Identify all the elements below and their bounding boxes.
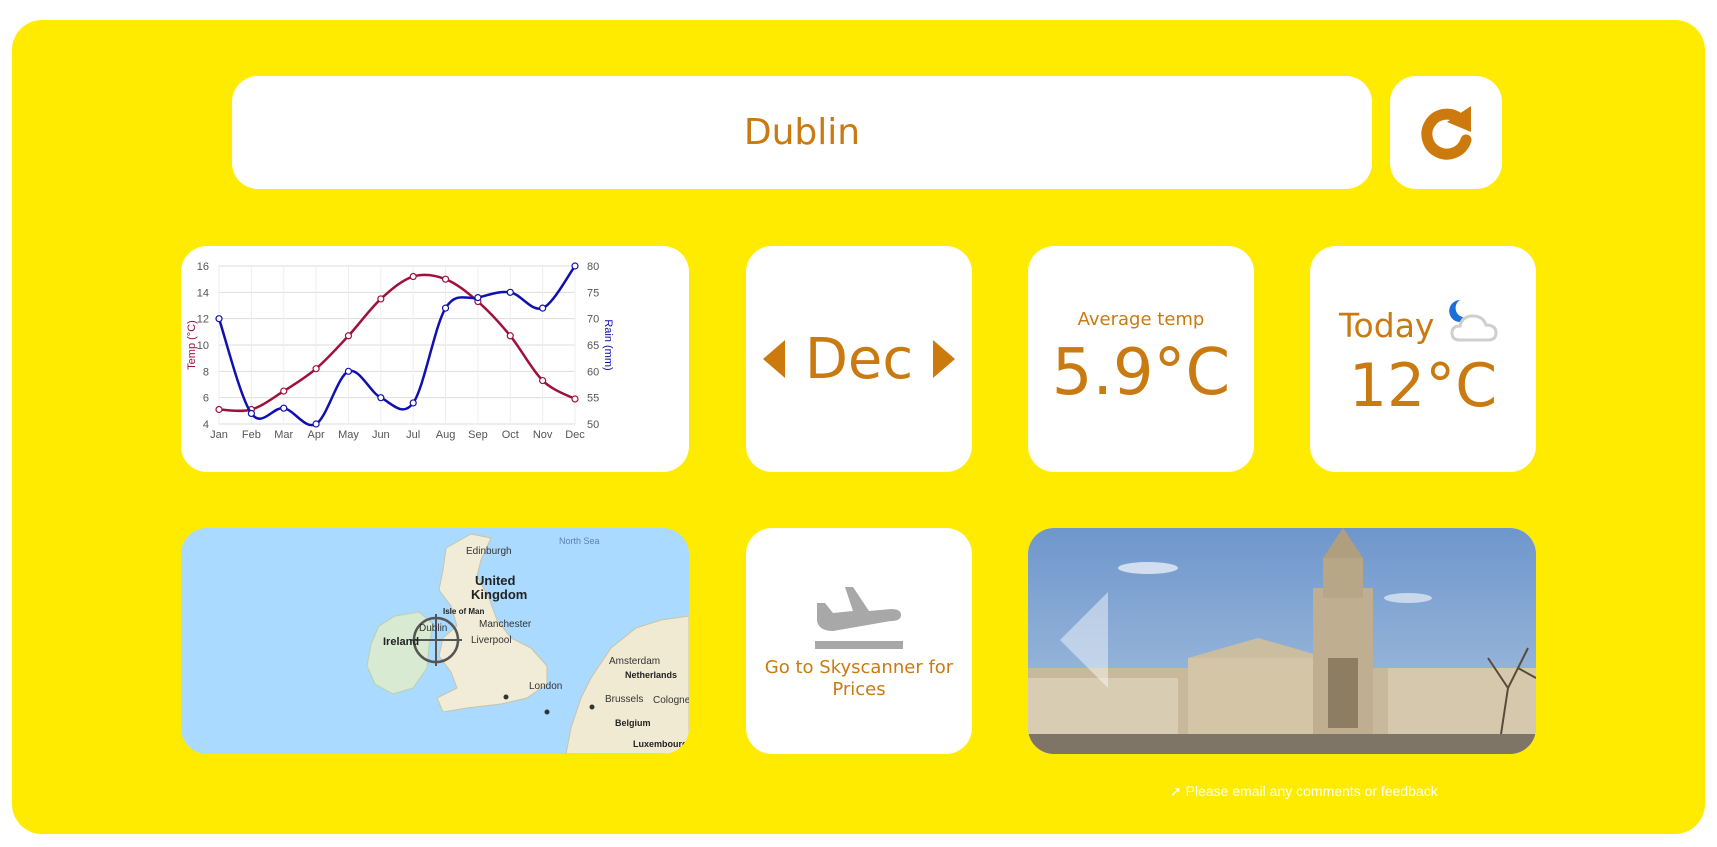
x-tick-label: Dec	[565, 429, 585, 441]
average-temp-card: Average temp 5.9°C	[1028, 246, 1254, 472]
map-svg: North Sea Edinburgh United Kingdom Isle …	[366, 533, 689, 754]
x-tick-label: May	[338, 429, 359, 441]
temp-series-line	[218, 273, 576, 413]
rain-point	[247, 409, 255, 418]
map-label-belgium: Belgium	[615, 718, 651, 728]
today-weather-card: Today 12°C	[1310, 246, 1536, 472]
temp-point	[409, 272, 417, 281]
location-map[interactable]: North Sea Edinburgh United Kingdom Isle …	[181, 528, 689, 754]
rain-point	[571, 262, 579, 270]
map-label-manchester: Manchester	[479, 619, 532, 630]
temp-point	[312, 365, 320, 373]
y-tick-left: 4	[203, 419, 209, 431]
climate-chart: 4 6 8 10 12 14 16 50 55 60 65 70 75 80 Jan Feb Mar Apr May…	[181, 246, 689, 472]
rain-point	[539, 304, 547, 312]
map-label-uk-2: Kingdom	[471, 587, 527, 602]
average-temp-value: 5.9°C	[1051, 335, 1231, 410]
rain-point	[506, 288, 514, 296]
skyscanner-button[interactable]: Go to Skyscanner for Prices	[746, 528, 972, 754]
map-label-liverpool: Liverpool	[471, 635, 512, 646]
y-tick-right: 70	[587, 314, 599, 326]
y-tick-right: 60	[587, 366, 599, 378]
temp-point	[215, 405, 223, 414]
y-tick-left: 16	[197, 261, 209, 273]
temp-point	[344, 332, 353, 340]
temp-point	[377, 295, 385, 303]
x-tick-label: Jun	[372, 429, 390, 441]
city-name: Dublin	[743, 112, 861, 153]
map-label-cologne: Cologne	[653, 695, 689, 706]
x-tick-label: Oct	[502, 429, 519, 441]
x-tick-label: Jul	[406, 429, 420, 441]
map-label-isle-of-man: Isle of Man	[443, 607, 484, 616]
city-search-input[interactable]: Dublin	[232, 76, 1372, 189]
rain-point	[344, 367, 353, 375]
y-tick-right: 75	[587, 287, 599, 299]
rain-series-line	[217, 265, 577, 427]
map-label-luxembourg: Luxembourg	[633, 739, 688, 749]
y-tick-right: 50	[587, 419, 599, 431]
rain-point	[215, 315, 223, 323]
temp-point	[571, 395, 579, 403]
y-tick-right: 65	[587, 340, 599, 352]
temp-point	[506, 332, 514, 340]
map-label-edinburgh: Edinburgh	[466, 546, 512, 557]
x-tick-label: Sep	[468, 429, 488, 441]
rain-point	[312, 420, 320, 428]
prev-month-arrow-icon[interactable]	[762, 340, 785, 378]
climate-chart-svg: 4 6 8 10 12 14 16 50 55 60 65 70 75 80 Jan Feb Mar Apr May…	[186, 261, 614, 441]
average-temp-label: Average temp	[1077, 308, 1205, 330]
rain-point	[409, 399, 417, 407]
map-label-dublin: Dublin	[419, 623, 447, 634]
rain-point	[474, 293, 482, 302]
month-selector: Dec	[746, 246, 972, 472]
refresh-icon	[1421, 105, 1472, 160]
map-label-amsterdam: Amsterdam	[609, 656, 660, 667]
x-tick-label: Apr	[308, 429, 325, 441]
y-axis-label-right: Rain (mm)	[602, 319, 614, 370]
x-tick-label: Jan	[210, 429, 228, 441]
x-tick-label: Feb	[242, 429, 261, 441]
map-label-north-sea: North Sea	[559, 536, 600, 546]
temp-point	[539, 376, 547, 385]
y-tick-left: 8	[203, 366, 209, 378]
y-tick-left: 6	[203, 393, 209, 405]
map-label-uk-1: United	[475, 573, 516, 588]
today-label: Today	[1339, 306, 1435, 345]
continent-landmass	[565, 615, 689, 754]
map-label-netherlands: Netherlands	[625, 670, 677, 680]
skyscanner-label-1: Go to Skyscanner for	[764, 657, 954, 678]
map-label-london: London	[529, 681, 562, 692]
refresh-button[interactable]	[1390, 76, 1502, 189]
rain-point	[377, 394, 385, 402]
temp-point	[280, 387, 288, 395]
x-tick-label: Nov	[533, 429, 553, 441]
rain-point	[280, 404, 288, 412]
plane-landing-icon	[815, 587, 903, 649]
y-tick-right: 55	[587, 393, 599, 405]
map-label-brussels: Brussels	[605, 694, 643, 705]
city-photo	[1028, 528, 1536, 754]
map-label-ireland: Ireland	[383, 636, 419, 648]
next-month-arrow-icon[interactable]	[933, 340, 956, 378]
x-tick-label: Aug	[436, 429, 456, 441]
today-temp-value: 12°C	[1348, 351, 1498, 421]
y-tick-right: 80	[587, 261, 599, 273]
skyscanner-label-2: Prices	[832, 679, 886, 700]
y-axis-label-left: Temp (°C)	[186, 320, 198, 370]
temp-point	[441, 275, 450, 283]
y-tick-left: 10	[197, 340, 209, 352]
rain-point	[441, 304, 450, 312]
paper-plane-icon: ➚	[1170, 783, 1182, 799]
month-label: Dec	[804, 326, 914, 392]
feedback-text: Please email any comments or feedback	[1185, 783, 1438, 799]
moon-cloud-icon	[1449, 300, 1498, 342]
feedback-link[interactable]: ➚ Please email any comments or feedback	[1170, 783, 1438, 800]
y-tick-left: 14	[197, 287, 209, 299]
y-tick-left: 12	[197, 314, 209, 326]
x-tick-label: Mar	[274, 429, 293, 441]
city-photo-image	[1028, 528, 1536, 754]
